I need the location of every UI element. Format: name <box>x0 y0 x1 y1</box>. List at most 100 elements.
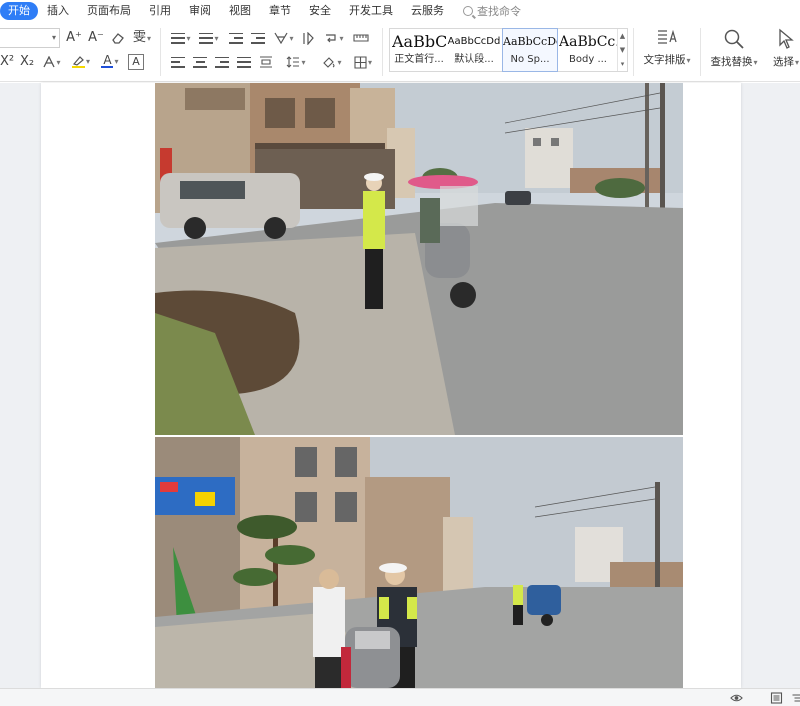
tab-security[interactable]: 安全 <box>300 2 340 20</box>
tab-view[interactable]: 视图 <box>220 2 260 20</box>
clear-format-button[interactable] <box>110 30 126 46</box>
phonetic-guide-icon: 雯 <box>132 30 146 45</box>
superscript-button[interactable]: X² <box>0 54 16 70</box>
traffic-scene-photo-1 <box>155 83 683 435</box>
chevron-down-icon: ▾ <box>686 56 691 65</box>
justify-button[interactable] <box>236 55 252 69</box>
borders-icon <box>354 55 367 69</box>
subscript-button[interactable]: X₂ <box>18 54 36 70</box>
chevron-down-icon: ▾ <box>301 57 306 67</box>
menu-bar: 开始 插入 页面布局 引用 审阅 视图 章节 安全 开发工具 云服务 查找命令 <box>0 0 800 22</box>
text-effect-icon <box>43 56 56 68</box>
line-break-icon <box>326 34 337 43</box>
chevron-down-icon: ▾ <box>186 33 191 43</box>
command-search-label: 查找命令 <box>477 5 521 18</box>
tab-page-layout[interactable]: 页面布局 <box>78 2 140 20</box>
line-spacing-button[interactable]: ▾ <box>284 55 308 69</box>
grow-font-icon: A⁺ <box>66 30 82 45</box>
chevron-down-icon: ▾ <box>85 56 90 66</box>
style-default-paragraph[interactable]: AaBbCcDd 默认段... <box>447 29 501 71</box>
tab-insert[interactable]: 插入 <box>38 2 78 20</box>
numbering-button[interactable]: ▾ <box>198 31 220 45</box>
align-right-button[interactable] <box>214 55 230 69</box>
superscript-icon: X² <box>0 54 15 69</box>
line-break-button[interactable]: ▾ <box>322 31 346 45</box>
document-workspace[interactable] <box>0 83 800 688</box>
style-label: 正文首行... <box>394 54 444 65</box>
tab-developer[interactable]: 开发工具 <box>340 2 402 20</box>
outdent-icon <box>229 32 243 44</box>
text-effects-button[interactable]: ▾ <box>40 54 64 70</box>
highlighter-icon <box>71 55 85 68</box>
borders-button[interactable]: ▾ <box>350 55 376 69</box>
font-color-bar <box>101 66 114 68</box>
subscript-icon: X₂ <box>19 54 35 69</box>
bullets-button[interactable]: ▾ <box>170 31 192 45</box>
align-center-button[interactable] <box>192 55 208 69</box>
style-normal-indent[interactable]: AaBbC 正文首行... <box>392 29 446 71</box>
font-size-select[interactable]: ▾ <box>0 28 60 48</box>
table-border-button[interactable] <box>352 31 370 45</box>
styles-scroller[interactable]: ▲ ▼ ▾ <box>617 29 627 71</box>
shading-button[interactable]: ▾ <box>320 55 344 69</box>
ribbon: ▾ A⁺ A⁻ 雯 ▾ X² X₂ ▾ ▾ A ▾ A ▾ ▾ ▾ ▾ ▾ ▾ … <box>0 22 800 82</box>
chevron-down-icon: ▾ <box>339 33 344 43</box>
highlight-button[interactable]: ▾ <box>68 52 94 70</box>
outline-view-icon[interactable] <box>790 692 800 704</box>
document-image-1[interactable] <box>155 83 683 435</box>
character-border-button[interactable]: A <box>128 54 144 70</box>
ribbon-divider <box>700 28 701 76</box>
select-button[interactable]: 选择▾ <box>766 28 800 76</box>
decrease-indent-button[interactable] <box>228 31 244 45</box>
chinese-layout-button[interactable]: ▾ <box>272 31 296 45</box>
numbered-list-icon <box>199 32 214 44</box>
increase-indent-button[interactable] <box>250 31 266 45</box>
style-no-spacing[interactable]: AaBbCcDd No Sp... <box>502 28 558 72</box>
page-view-icon[interactable] <box>770 692 783 704</box>
tab-chapter[interactable]: 章节 <box>260 2 300 20</box>
font-color-button[interactable]: A ▾ <box>98 52 122 70</box>
align-right-icon <box>215 56 229 68</box>
search-icon <box>463 6 473 16</box>
style-sample: AaBbCcDd <box>503 35 557 48</box>
chevron-down-icon: ▾ <box>337 57 342 67</box>
tab-references[interactable]: 引用 <box>140 2 180 20</box>
align-left-button[interactable] <box>170 55 186 69</box>
style-label: No Sp... <box>510 54 550 65</box>
distribute-icon <box>260 56 272 68</box>
chevron-down-icon: ▾ <box>367 57 372 67</box>
justify-icon <box>237 56 251 68</box>
text-layout-label: 文字排版 <box>643 54 686 66</box>
chevron-down-icon: ▾ <box>753 58 758 67</box>
style-sample: AaBbC <box>392 32 446 51</box>
character-border-icon: A <box>132 55 140 68</box>
phonetic-guide-button[interactable]: 雯 ▾ <box>130 30 154 46</box>
tab-cloud-service[interactable]: 云服务 <box>402 2 453 20</box>
chinese-layout-icon <box>274 32 288 44</box>
command-search[interactable]: 查找命令 <box>453 3 531 19</box>
style-sample: AaBbCc. <box>559 34 617 50</box>
text-direction-button[interactable] <box>300 31 318 45</box>
select-label: 选择 <box>772 56 794 68</box>
distributed-align-button[interactable] <box>258 55 274 69</box>
styles-gallery: AaBbC 正文首行... AaBbCcDd 默认段... AaBbCcDd N… <box>389 28 628 72</box>
tab-home[interactable]: 开始 <box>0 2 38 20</box>
style-body[interactable]: AaBbCc. Body ... <box>559 29 617 71</box>
chevron-down-icon: ▾ <box>114 56 119 66</box>
ribbon-divider <box>382 28 383 76</box>
highlight-color-bar <box>71 65 85 68</box>
align-center-icon <box>193 56 207 68</box>
text-layout-button[interactable]: 文字排版▾ <box>640 28 694 76</box>
shrink-font-button[interactable]: A⁻ <box>88 30 104 46</box>
document-page[interactable] <box>41 83 741 688</box>
eye-protection-icon[interactable] <box>730 692 743 704</box>
find-replace-button[interactable]: 查找替换▾ <box>706 28 762 76</box>
ruler-icon <box>353 34 369 42</box>
grow-font-button[interactable]: A⁺ <box>66 30 82 46</box>
style-sample: AaBbCcDd <box>447 36 501 47</box>
document-image-2[interactable] <box>155 437 683 688</box>
eraser-icon <box>112 33 124 44</box>
tab-review[interactable]: 审阅 <box>180 2 220 20</box>
find-replace-label: 查找替换 <box>710 56 753 68</box>
font-color-icon: A <box>101 53 114 68</box>
